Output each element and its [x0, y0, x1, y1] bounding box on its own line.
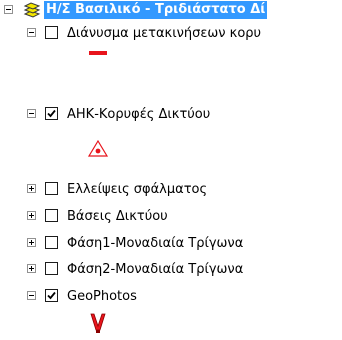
layer-row[interactable]: Διάνυσμα μετακινήσεων κορυ — [0, 23, 342, 45]
layer-label[interactable]: Διάνυσμα μετακινήσεων κορυ — [67, 25, 261, 42]
collapse-toggle[interactable] — [27, 28, 36, 37]
layer-row[interactable]: Βάσεις Δικτύου — [0, 206, 342, 228]
layer-row[interactable]: ΑΗΚ-Κορυφές Δικτύου — [0, 104, 342, 126]
red-v-marker-symbol — [89, 312, 107, 334]
layer-label[interactable]: Ελλείψεις σφάλματος — [67, 181, 207, 198]
layer-label[interactable]: ΑΗΚ-Κορυφές Δικτύου — [67, 106, 210, 123]
collapse-toggle[interactable] — [27, 109, 36, 118]
red-line-symbol — [89, 47, 107, 57]
tree-root-label[interactable]: Η/Σ Βασιλικό - Τριδιάστατο Δί — [44, 1, 268, 19]
layer-label[interactable]: GeoPhotos — [67, 288, 137, 305]
layer-visibility-checkbox[interactable] — [45, 209, 58, 222]
layer-label[interactable]: Βάσεις Δικτύου — [67, 208, 168, 225]
layer-label[interactable]: Φάση2-Μοναδιαία Τρίγωνα — [67, 261, 243, 278]
layer-label[interactable]: Φάση1-Μοναδιαία Τρίγωνα — [67, 235, 243, 252]
layer-visibility-checkbox[interactable] — [45, 107, 58, 120]
layer-row[interactable]: Ελλείψεις σφάλματος — [0, 179, 342, 201]
layer-group-icon — [22, 1, 42, 21]
layer-row[interactable]: Φάση2-Μοναδιαία Τρίγωνα — [0, 259, 342, 281]
layer-visibility-checkbox[interactable] — [45, 26, 58, 39]
checkmark-icon — [47, 109, 56, 118]
checkmark-icon — [47, 291, 56, 300]
layer-visibility-checkbox[interactable] — [45, 289, 58, 302]
layer-visibility-checkbox[interactable] — [45, 262, 58, 275]
expand-toggle[interactable] — [27, 184, 36, 193]
layer-visibility-checkbox[interactable] — [45, 182, 58, 195]
expand-toggle[interactable] — [27, 238, 36, 247]
expand-toggle[interactable] — [27, 264, 36, 273]
layer-tree: Η/Σ Βασιλικό - Τριδιάστατο Δί Διάνυσμα μ… — [0, 0, 342, 340]
layer-visibility-checkbox[interactable] — [45, 236, 58, 249]
red-triangle-dot-symbol — [87, 139, 109, 159]
collapse-toggle[interactable] — [27, 291, 36, 300]
layer-row[interactable]: Φάση1-Μοναδιαία Τρίγωνα — [0, 233, 342, 255]
layer-row[interactable]: GeoPhotos — [0, 286, 342, 308]
collapse-toggle-root[interactable] — [4, 5, 13, 14]
tree-root-row[interactable]: Η/Σ Βασιλικό - Τριδιάστατο Δί — [0, 0, 342, 22]
expand-toggle[interactable] — [27, 211, 36, 220]
